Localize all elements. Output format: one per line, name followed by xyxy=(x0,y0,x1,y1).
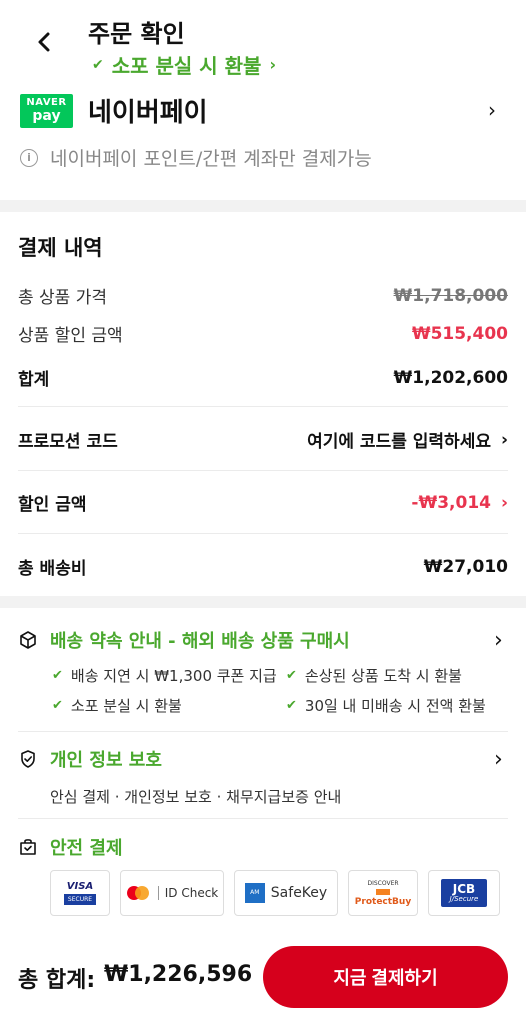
coupon-value-link[interactable]: -₩3,014 › xyxy=(411,493,508,513)
coupon-label: 할인 금액 xyxy=(18,495,87,515)
total-price-label: 총 상품 가격 xyxy=(18,288,108,308)
payment-note: i 네이버페이 포인트/간편 계좌만 결제가능 xyxy=(20,144,372,171)
payment-note-text: 네이버페이 포인트/간편 계좌만 결제가능 xyxy=(50,148,372,170)
divider xyxy=(18,406,508,407)
section-separator xyxy=(0,596,526,608)
discover-protectbuy-badge: DISCOVER ProtectBuy xyxy=(348,870,418,916)
divider xyxy=(18,470,508,471)
chevron-right-icon: › xyxy=(500,429,508,450)
promo-code-placeholder: 여기에 코드를 입력하세요 xyxy=(307,432,491,452)
total-price-row: 총 상품 가격 ₩1,718,000 xyxy=(18,283,508,309)
discount-label: 상품 할인 금액 xyxy=(18,326,123,346)
info-icon: i xyxy=(20,148,38,167)
shield-check-icon xyxy=(21,750,35,768)
privacy-label: 개인 정보 보호 xyxy=(50,750,162,771)
summary-title: 결제 내역 xyxy=(18,236,103,260)
grand-total-label: 총 합계: xyxy=(18,968,96,993)
total-price-value: ₩1,718,000 xyxy=(393,285,508,306)
check-icon: ✔ xyxy=(286,698,297,713)
privacy-title[interactable]: 개인 정보 보호 xyxy=(18,746,162,772)
bag-check-icon xyxy=(20,839,36,855)
back-button[interactable] xyxy=(30,28,58,56)
check-icon: ✔ xyxy=(286,668,297,683)
visa-secure-badge: VISA SECURE xyxy=(50,870,110,916)
chevron-right-icon[interactable]: › xyxy=(488,98,496,122)
check-icon: ✔ xyxy=(52,698,63,713)
delivery-promise-label: 배송 약속 안내 - 해외 배송 상품 구매시 xyxy=(50,631,350,652)
promise-item: ✔ 손상된 상품 도착 시 환불 xyxy=(286,667,462,685)
naver-pay-logo: NAVER pay xyxy=(20,94,73,128)
promise-item: ✔ 소포 분실 시 환불 xyxy=(52,697,182,715)
check-icon: ✔ xyxy=(52,668,63,683)
payment-method-name: 네이버페이 xyxy=(88,98,208,128)
discount-row: 상품 할인 금액 ₩515,400 xyxy=(18,321,508,347)
delivery-promise-title[interactable]: 배송 약속 안내 - 해외 배송 상품 구매시 xyxy=(18,627,350,653)
promo-code-input-link[interactable]: 여기에 코드를 입력하세요 › xyxy=(307,427,508,453)
privacy-description: 안심 결제 · 개인정보 보호 · 채무지급보증 안내 xyxy=(50,788,342,806)
promise-item: ✔ 30일 내 미배송 시 전액 환불 xyxy=(286,697,486,715)
chevron-right-icon[interactable]: › xyxy=(494,628,503,653)
mastercard-icon xyxy=(126,886,149,900)
parcel-refund-label: 소포 분실 시 환불 xyxy=(111,54,262,78)
divider xyxy=(18,731,508,732)
check-icon: ✔ xyxy=(92,56,104,73)
chevron-right-icon: › xyxy=(269,55,277,74)
shipping-value: ₩27,010 xyxy=(423,556,508,577)
parcel-refund-link[interactable]: ✔ 소포 분실 시 환불 › xyxy=(92,50,276,79)
secure-badges: VISA SECURE ID Check AM SafeKey DISCOVER… xyxy=(50,870,500,916)
coupon-row[interactable]: 할인 금액 -₩3,014 › xyxy=(18,490,508,516)
subtotal-row: 합계 ₩1,202,600 xyxy=(18,365,508,391)
shipping-label: 총 배송비 xyxy=(18,559,87,579)
page-title: 주문 확인 xyxy=(88,20,185,48)
promo-code-label: 프로모션 코드 xyxy=(18,432,118,452)
subtotal-label: 합계 xyxy=(18,370,50,390)
grand-total-value: ₩1,226,596 xyxy=(104,962,253,987)
divider xyxy=(18,818,508,819)
header: 주문 확인 ✔ 소포 분실 시 환불 › xyxy=(0,0,526,84)
mastercard-id-check-badge: ID Check xyxy=(120,870,224,916)
chevron-right-icon[interactable]: › xyxy=(494,747,503,772)
box-icon xyxy=(20,631,36,649)
discount-value: ₩515,400 xyxy=(411,323,508,344)
amex-safekey-badge: AM SafeKey xyxy=(234,870,338,916)
subtotal-value: ₩1,202,600 xyxy=(393,367,508,388)
promise-item: ✔ 배송 지연 시 ₩1,300 쿠폰 지급 xyxy=(52,667,277,685)
secure-payment-title: 안전 결제 xyxy=(18,834,123,860)
jcb-jsecure-badge: JCB J/Secure xyxy=(428,870,500,916)
chevron-left-icon xyxy=(38,32,50,52)
shipping-row: 총 배송비 ₩27,010 xyxy=(18,554,508,580)
secure-payment-label: 안전 결제 xyxy=(50,838,123,859)
amex-icon: AM xyxy=(244,883,265,903)
section-separator xyxy=(0,200,526,212)
promo-code-row[interactable]: 프로모션 코드 여기에 코드를 입력하세요 › xyxy=(18,427,508,453)
coupon-value: -₩3,014 xyxy=(411,492,491,513)
chevron-right-icon: › xyxy=(500,492,508,513)
divider xyxy=(18,533,508,534)
payment-method-section[interactable] xyxy=(0,84,526,200)
discover-icon xyxy=(376,888,390,895)
pay-now-button[interactable]: 지금 결제하기 xyxy=(263,946,508,1008)
